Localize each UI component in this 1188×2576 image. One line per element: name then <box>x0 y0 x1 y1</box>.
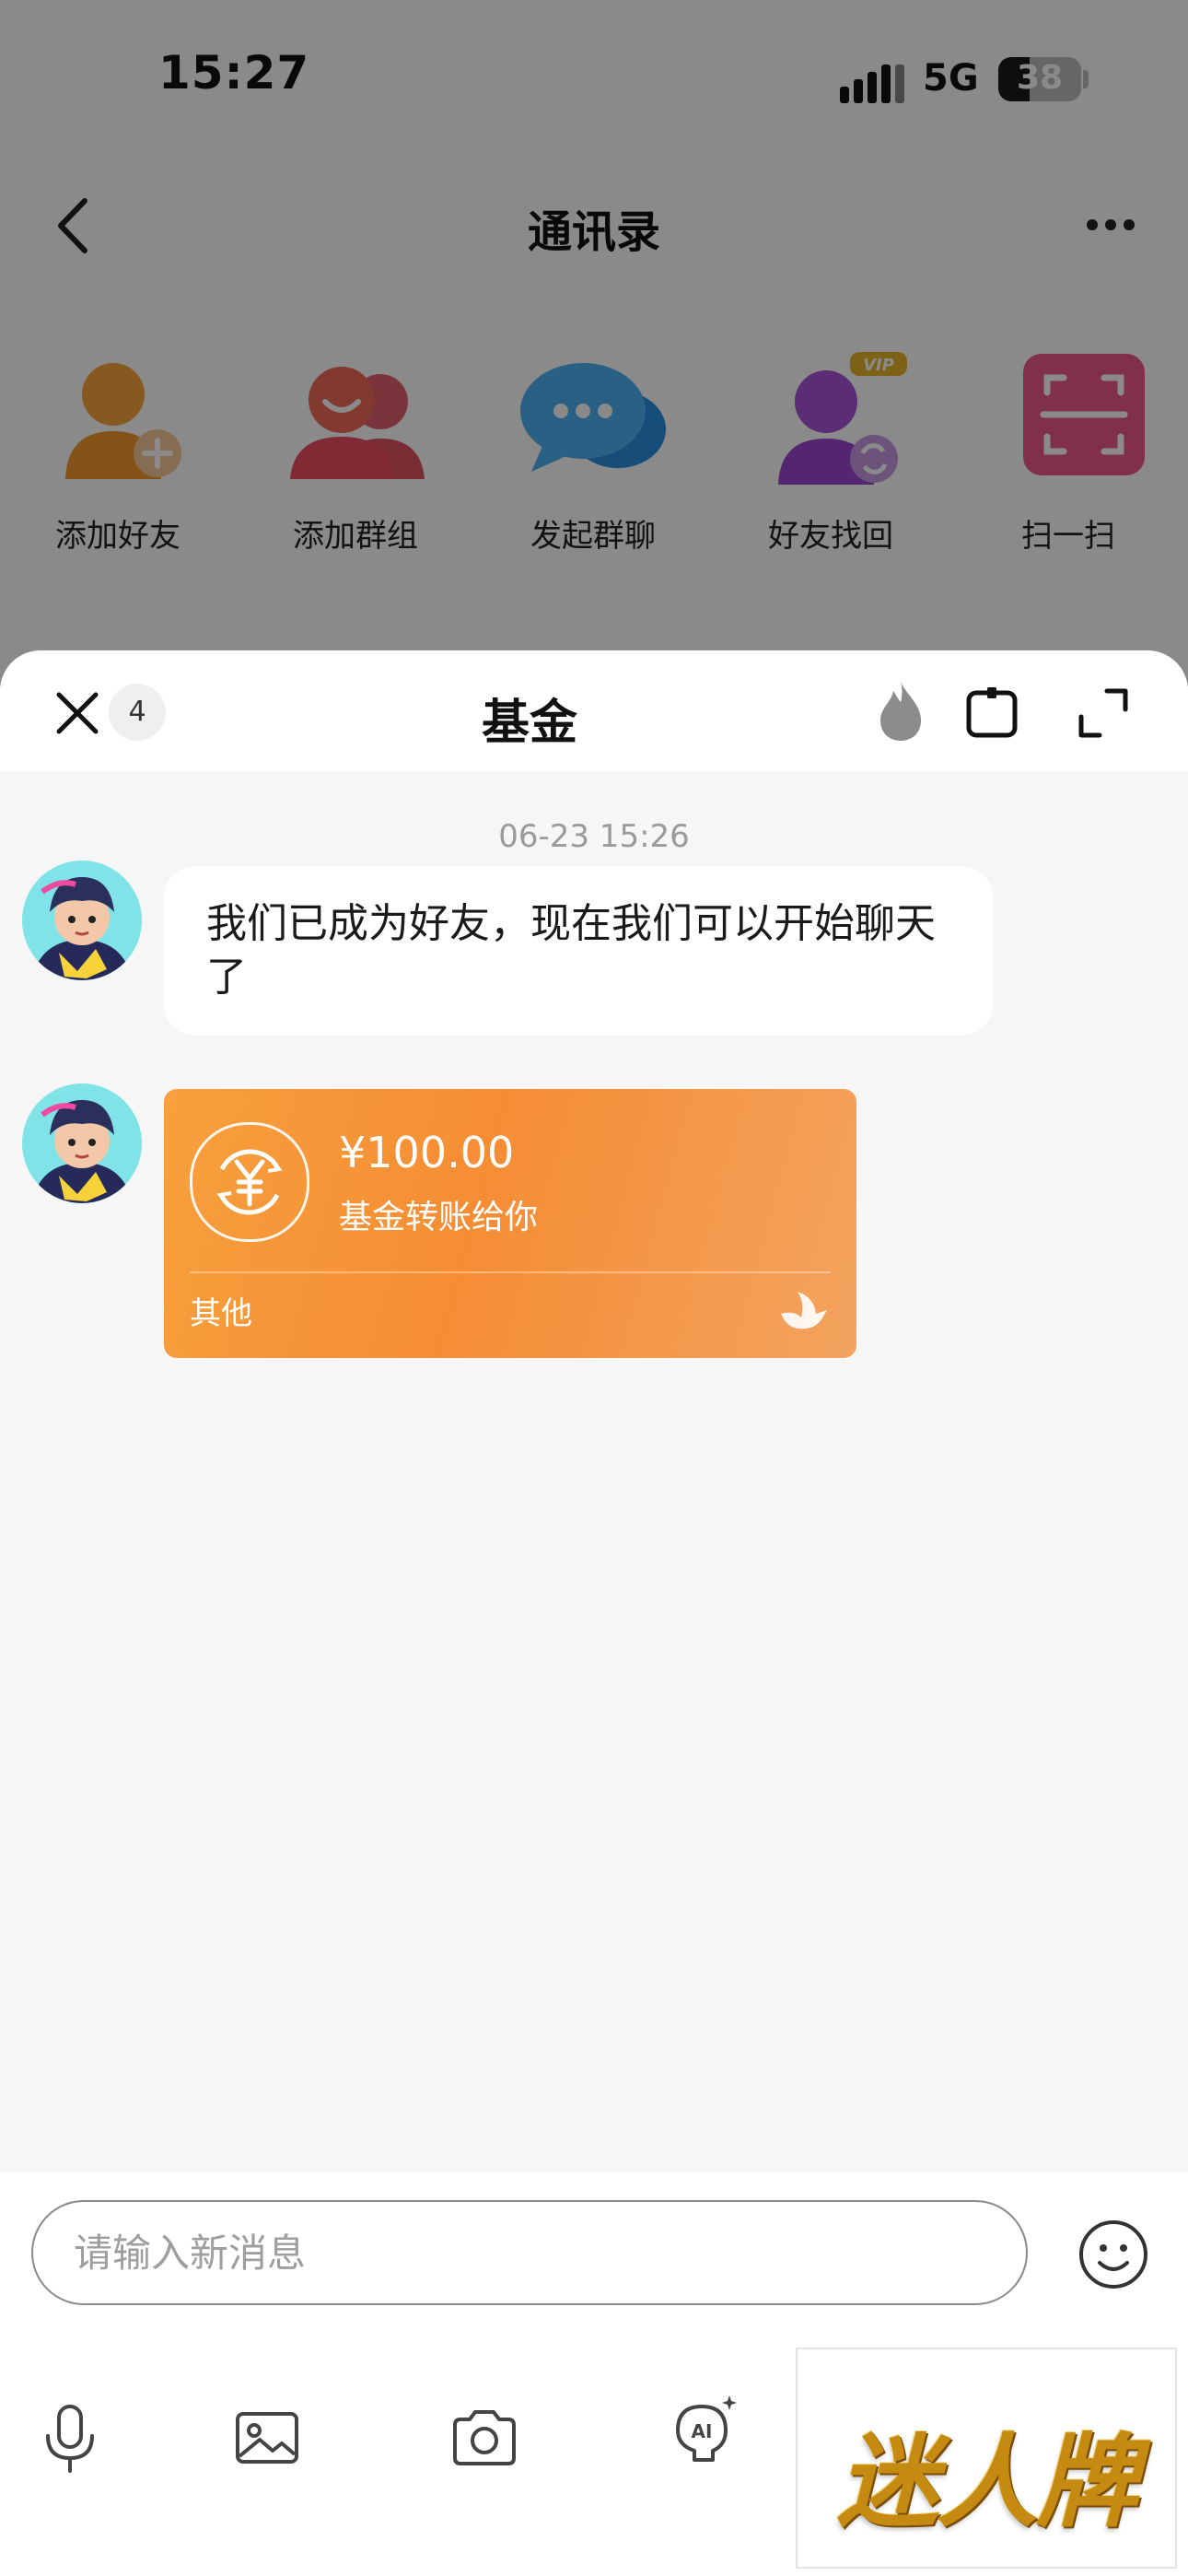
expand-icon[interactable] <box>1074 684 1133 743</box>
chat-sheet: 4 基金 06-23 15:26 我们已成为好友，现在我们可以开始聊天了 ¥10… <box>0 650 1188 2576</box>
emoji-icon[interactable] <box>1077 2219 1149 2290</box>
avatar[interactable] <box>22 861 142 980</box>
divider <box>190 1271 831 1273</box>
message-input[interactable] <box>31 2200 1028 2305</box>
modal-overlay[interactable] <box>0 0 1188 700</box>
bird-icon <box>781 1292 827 1329</box>
camera-icon[interactable] <box>448 2401 521 2475</box>
ad-logo-text: 迷人牌 <box>837 2423 1137 2541</box>
message-timestamp: 06-23 15:26 <box>498 818 690 855</box>
ai-assistant-icon[interactable]: AI <box>665 2394 739 2467</box>
message-list[interactable]: 06-23 15:26 我们已成为好友，现在我们可以开始聊天了 <box>0 772 1188 2172</box>
transfer-amount: ¥100.00 <box>339 1128 515 1177</box>
transfer-description: 基金转账给你 <box>339 1199 539 1236</box>
microphone-icon[interactable] <box>33 2401 107 2475</box>
flame-icon[interactable] <box>875 678 926 743</box>
transfer-card[interactable]: ¥100.00 基金转账给你 其他 <box>164 1089 856 1358</box>
image-icon[interactable] <box>230 2401 304 2475</box>
transfer-footer-label: 其他 <box>190 1295 252 1332</box>
avatar[interactable] <box>22 1083 142 1203</box>
ad-banner[interactable]: 迷人牌 <box>796 2348 1177 2569</box>
svg-text:AI: AI <box>692 2420 713 2442</box>
pip-window-icon[interactable] <box>963 684 1020 741</box>
text-message-bubble[interactable]: 我们已成为好友，现在我们可以开始聊天了 <box>164 866 993 1036</box>
chat-header: 4 基金 <box>0 650 1188 772</box>
transfer-yuan-icon <box>190 1122 309 1242</box>
